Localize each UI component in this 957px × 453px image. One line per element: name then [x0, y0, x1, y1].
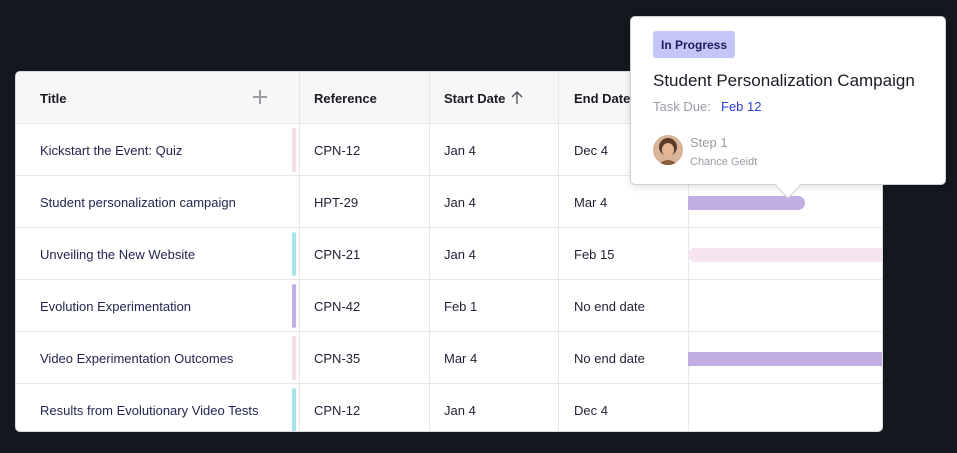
- row-end-date: Mar 4: [574, 194, 608, 210]
- header-reference[interactable]: Reference: [314, 72, 377, 124]
- row-title[interactable]: Results from Evolutionary Video Tests: [40, 384, 258, 431]
- header-end-date[interactable]: End Date: [574, 72, 630, 124]
- row-color-accent: [292, 128, 296, 172]
- row-title[interactable]: Kickstart the Event: Quiz: [40, 124, 182, 176]
- arrow-up-icon[interactable]: [511, 91, 523, 105]
- gantt-bar[interactable]: [688, 248, 882, 262]
- header-end-date-label: End Date: [574, 90, 631, 106]
- assignee-name: Chance Geidt: [690, 156, 758, 168]
- row-color-accent: [292, 232, 296, 276]
- status-badge: In Progress: [653, 31, 736, 58]
- row-reference: CPN-12: [314, 402, 361, 418]
- due-label: Task Due:: [653, 99, 711, 114]
- row-start-date: Jan 4: [444, 246, 476, 262]
- row-start-date: Jan 4: [444, 194, 476, 210]
- row-end-date: Feb 15: [574, 246, 615, 262]
- row-end-date: Dec 4: [574, 142, 608, 158]
- row-reference: CPN-12: [314, 142, 361, 158]
- row-end-date: Dec 4: [574, 402, 608, 418]
- header-start-date-label: Start Date: [444, 90, 506, 106]
- row-reference: CPN-21: [314, 246, 361, 262]
- header-reference-label: Reference: [314, 90, 377, 106]
- row-title[interactable]: Video Experimentation Outcomes: [40, 332, 233, 384]
- row-color-accent: [292, 388, 296, 431]
- row-start-date: Jan 4: [444, 142, 476, 158]
- header-title-label: Title: [40, 90, 67, 106]
- row-end-date: No end date: [574, 350, 645, 366]
- row-reference: CPN-42: [314, 298, 361, 314]
- plus-icon[interactable]: [253, 90, 267, 104]
- row-reference: CPN-35: [314, 350, 361, 366]
- header-title[interactable]: Title: [40, 72, 67, 124]
- due-date-link[interactable]: Feb 12: [721, 99, 761, 114]
- row-title[interactable]: Unveiling the New Website: [40, 228, 195, 280]
- task-popover: In Progress Student Personalization Camp…: [630, 16, 946, 199]
- row-start-date: Feb 1: [444, 298, 478, 314]
- row-end-date: No end date: [574, 298, 645, 314]
- row-color-accent: [292, 336, 296, 380]
- step-label: Step 1: [690, 135, 728, 150]
- row-start-date: Jan 4: [444, 402, 476, 418]
- row-color-accent: [292, 284, 296, 328]
- gantt-bar[interactable]: [688, 352, 882, 366]
- popover-title: Student Personalization Campaign: [653, 71, 915, 90]
- header-start-date[interactable]: Start Date: [444, 72, 523, 124]
- row-start-date: Mar 4: [444, 350, 478, 366]
- row-title[interactable]: Evolution Experimentation: [40, 280, 191, 332]
- row-title[interactable]: Student personalization campaign: [40, 176, 236, 228]
- user-avatar[interactable]: [653, 135, 683, 165]
- row-reference: HPT-29: [314, 194, 359, 210]
